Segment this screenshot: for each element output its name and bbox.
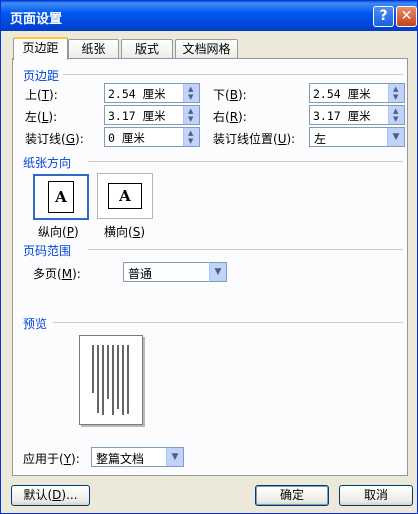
preview-group-line xyxy=(53,322,403,323)
right-margin-stepper[interactable]: 3.17 厘米 ▲ ▼ xyxy=(309,105,405,125)
cancel-button[interactable]: 取消 xyxy=(339,485,413,506)
apply-to-label: 应用于(Y): xyxy=(23,452,80,466)
preview-text-lines xyxy=(92,345,129,415)
margins-group-line xyxy=(63,74,403,75)
gutter-label: 装订线(G): xyxy=(25,132,84,146)
tab-paper[interactable]: 纸张 xyxy=(68,39,119,59)
chevron-down-icon[interactable]: ▼ xyxy=(166,448,183,466)
gutter-position-label: 装订线位置(U): xyxy=(213,132,296,146)
gutter-position-value: 左 xyxy=(314,132,327,146)
landscape-option[interactable]: A xyxy=(97,173,153,219)
gutter-spin-arrows[interactable]: ▲ ▼ xyxy=(183,128,199,146)
tab-layout[interactable]: 版式 xyxy=(121,39,173,59)
landscape-label: 横向(S) xyxy=(104,225,146,239)
page-setup-dialog: 页面设置 ? ✕ 页边距 纸张 版式 文档网格 页边距 上(T): 2.54 厘… xyxy=(0,0,418,514)
left-margin-stepper[interactable]: 3.17 厘米 ▲ ▼ xyxy=(104,105,200,125)
margins-group-title: 页边距 xyxy=(23,69,60,83)
multiple-pages-label: 多页(M): xyxy=(33,267,81,281)
gutter-position-select[interactable]: 左 ▼ xyxy=(309,127,405,147)
left-margin-label: 左(L): xyxy=(25,110,58,124)
ok-button[interactable]: 确定 xyxy=(255,485,329,506)
left-margin-value: 3.17 厘米 xyxy=(108,109,166,123)
left-margin-spin-arrows[interactable]: ▲ ▼ xyxy=(183,106,199,124)
pages-group-line xyxy=(88,249,403,250)
right-margin-spin-arrows[interactable]: ▲ ▼ xyxy=(388,106,404,124)
help-button[interactable]: ? xyxy=(373,6,394,27)
multiple-pages-value: 普通 xyxy=(128,267,153,281)
apply-to-select[interactable]: 整篇文档 ▼ xyxy=(91,447,184,467)
top-margin-spin-arrows[interactable]: ▲ ▼ xyxy=(183,84,199,102)
bottom-margin-stepper[interactable]: 2.54 厘米 ▲ ▼ xyxy=(309,83,405,103)
bottom-margin-label: 下(B): xyxy=(213,88,247,102)
apply-to-value: 整篇文档 xyxy=(96,452,145,466)
right-margin-value: 3.17 厘米 xyxy=(313,109,371,123)
tab-doc-grid[interactable]: 文档网格 xyxy=(175,39,238,59)
top-margin-value: 2.54 厘米 xyxy=(108,87,166,101)
chevron-down-icon[interactable]: ▼ xyxy=(209,263,226,281)
right-margin-label: 右(R): xyxy=(213,110,247,124)
gutter-value: 0 厘米 xyxy=(108,131,145,145)
default-button[interactable]: 默认(D)... xyxy=(11,485,90,506)
top-margin-label: 上(T): xyxy=(25,88,58,102)
multiple-pages-select[interactable]: 普通 ▼ xyxy=(123,262,227,282)
preview-group-title: 预览 xyxy=(23,317,48,331)
top-margin-stepper[interactable]: 2.54 厘米 ▲ ▼ xyxy=(104,83,200,103)
portrait-option[interactable]: A xyxy=(33,174,89,220)
bottom-margin-value: 2.54 厘米 xyxy=(313,87,371,101)
portrait-page-icon: A xyxy=(48,181,74,213)
close-button[interactable]: ✕ xyxy=(396,6,417,27)
tab-margins[interactable]: 页边距 xyxy=(13,37,68,60)
landscape-page-icon: A xyxy=(108,183,142,209)
window-title: 页面设置 xyxy=(10,12,63,27)
tab-panel: 页边距 上(T): 2.54 厘米 ▲ ▼ 下(B): 2.54 厘米 ▲ ▼ 左(… xyxy=(12,58,408,476)
portrait-label: 纵向(P) xyxy=(38,225,79,239)
pages-group-title: 页码范围 xyxy=(23,244,72,258)
bottom-margin-spin-arrows[interactable]: ▲ ▼ xyxy=(388,84,404,102)
orientation-group-title: 纸张方向 xyxy=(23,156,72,170)
chevron-down-icon[interactable]: ▼ xyxy=(387,128,404,146)
title-bar[interactable]: 页面设置 ? ✕ xyxy=(1,1,417,31)
orientation-group-line xyxy=(88,161,403,162)
preview-page xyxy=(79,335,143,425)
gutter-stepper[interactable]: 0 厘米 ▲ ▼ xyxy=(104,127,200,147)
